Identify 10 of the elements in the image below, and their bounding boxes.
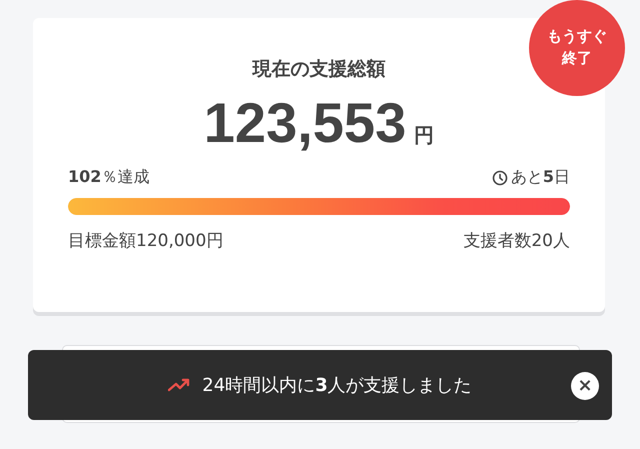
supporter-count: 支援者数20人 — [463, 230, 570, 252]
ending-soon-badge: もうすぐ終了 — [529, 0, 625, 96]
goal-amount: 目標金額120,000円 — [68, 230, 224, 252]
clock-icon — [492, 170, 508, 186]
close-button[interactable]: × — [571, 372, 599, 400]
currency-unit: 円 — [414, 122, 434, 149]
total-amount: 123,553 — [204, 90, 406, 155]
toast-message: 24時間以内に3人が支援しました — [202, 374, 472, 397]
total-title: 現在の支援総額 — [252, 57, 386, 82]
achievement-rate: 102％達成 — [68, 167, 150, 188]
